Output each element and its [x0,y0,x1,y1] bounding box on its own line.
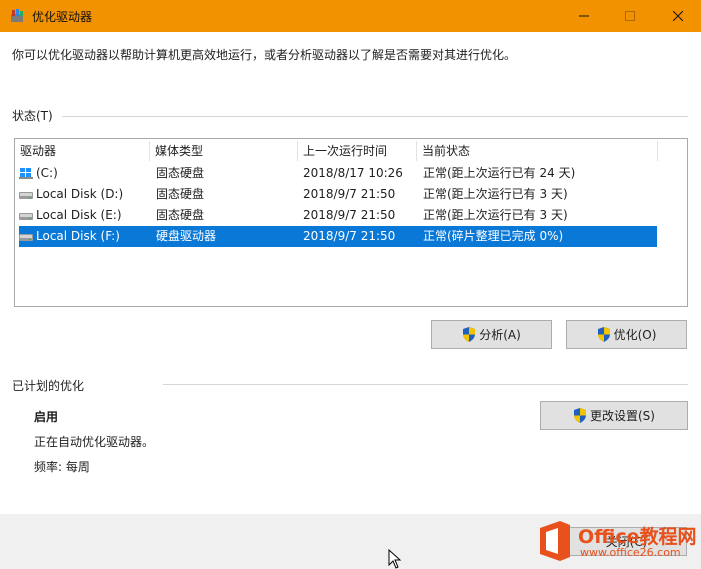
drive-row-f[interactable]: Local Disk (F:) 硬盘驱动器 2018/9/7 21:50 正常(… [19,226,657,247]
title-bar: 优化驱动器 [0,0,701,32]
office-logo-icon [540,521,570,561]
minimize-button[interactable] [561,0,607,32]
column-header-media[interactable]: 媒体类型 [150,139,297,163]
minimize-icon [579,15,589,17]
scheduled-section-label: 已计划的优化 [12,379,85,393]
schedule-state: 启用 [34,410,59,424]
media-type: 固态硬盘 [156,187,205,201]
uac-shield-icon [574,408,586,423]
last-run: 2018/9/7 21:50 [303,229,396,243]
current-status: 正常(距上次运行已有 3 天) [423,187,568,201]
drive-icon [19,234,33,241]
analyze-label: 分析(A) [479,328,521,342]
drive-name: (C:) [36,166,58,180]
media-type: 固态硬盘 [156,166,205,180]
windows-drive-icon [19,168,33,179]
uac-shield-icon [463,327,476,342]
defrag-app-icon [11,9,23,22]
current-status: 正常(距上次运行已有 24 天) [423,166,576,180]
close-window-button[interactable] [655,0,701,32]
drive-list[interactable]: 驱动器 媒体类型 上一次运行时间 当前状态 (C:) 固态硬盘 2018/8/1… [14,138,688,307]
last-run: 2018/9/7 21:50 [303,187,396,201]
current-status: 正常(碎片整理已完成 0%) [423,229,564,243]
watermark-brand: Office教程网 [578,526,697,548]
column-header-status[interactable]: 当前状态 [417,139,657,163]
close-icon [673,11,683,21]
optimize-label: 优化(O) [613,328,657,342]
description-text: 你可以优化驱动器以帮助计算机更高效地运行，或者分析驱动器以了解是否需要对其进行优… [12,48,517,62]
status-section-label: 状态(T) [12,109,53,123]
drive-icon [19,213,33,220]
watermark: Office教程网 www.office26.com [536,518,697,564]
drive-name: Local Disk (F:) [36,229,120,243]
last-run: 2018/8/17 10:26 [303,166,403,180]
drive-icon [19,192,33,199]
media-type: 硬盘驱动器 [156,229,217,243]
window-title: 优化驱动器 [32,10,93,24]
drive-row-d[interactable]: Local Disk (D:) 固态硬盘 2018/9/7 21:50 正常(距… [19,184,657,205]
schedule-detail: 正在自动优化驱动器。 [34,435,155,449]
drive-name: Local Disk (D:) [36,187,124,201]
drive-row-c[interactable]: (C:) 固态硬盘 2018/8/17 10:26 正常(距上次运行已有 24 … [19,163,657,184]
change-settings-label: 更改设置(S) [590,409,655,423]
analyze-button[interactable]: 分析(A) [431,320,552,349]
maximize-icon [625,11,635,21]
current-status: 正常(距上次运行已有 3 天) [423,208,568,222]
optimize-button[interactable]: 优化(O) [566,320,687,349]
column-header-drive[interactable]: 驱动器 [15,139,149,163]
watermark-url: www.office26.com [580,546,681,559]
uac-shield-icon [597,327,610,342]
change-settings-button[interactable]: 更改设置(S) [540,401,688,430]
column-header-last-run[interactable]: 上一次运行时间 [298,139,416,163]
drive-name: Local Disk (E:) [36,208,122,222]
last-run: 2018/9/7 21:50 [303,208,396,222]
column-divider [657,141,658,161]
mouse-cursor-icon [388,549,402,569]
schedule-frequency: 频率: 每周 [34,460,90,474]
status-separator [62,116,688,117]
media-type: 固态硬盘 [156,208,205,222]
maximize-button[interactable] [607,0,653,32]
scheduled-separator [163,384,688,385]
drive-row-e[interactable]: Local Disk (E:) 固态硬盘 2018/9/7 21:50 正常(距… [19,205,657,226]
